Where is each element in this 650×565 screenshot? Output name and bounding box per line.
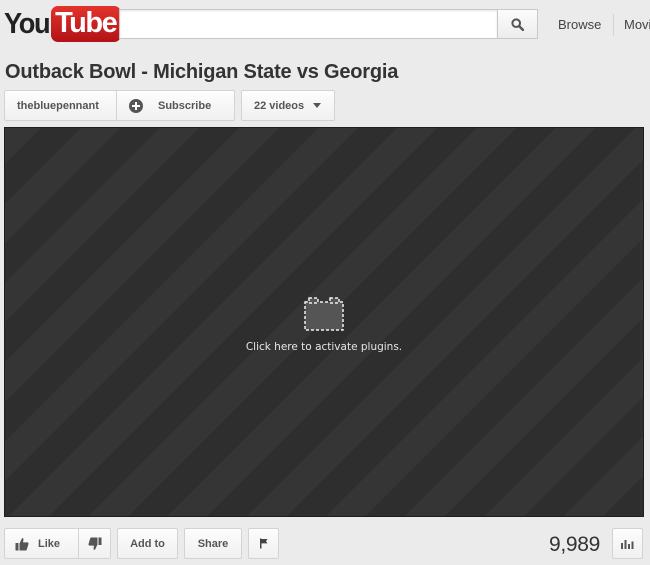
caret-down-icon (313, 103, 322, 108)
nav-divider (613, 14, 614, 36)
stats-bar-chart-icon (621, 539, 634, 549)
flag-icon (259, 538, 267, 549)
nav-browse-link[interactable]: Browse (558, 17, 601, 32)
add-to-button[interactable]: Add to (117, 528, 178, 559)
video-player-plugin-placeholder[interactable]: Click here to activate plugins. (4, 127, 644, 517)
masthead: You Tube Browse Movi (0, 0, 650, 50)
plugin-icon (304, 297, 344, 331)
logo-you-text: You (4, 8, 51, 40)
subscribe-button[interactable]: Subscribe (117, 91, 234, 120)
like-label: Like (38, 537, 61, 550)
stats-button[interactable] (612, 528, 643, 559)
like-button[interactable]: Like (5, 529, 79, 558)
nav-movies-link[interactable]: Movi (624, 17, 650, 32)
thumbs-down-icon (87, 537, 101, 550)
share-button[interactable]: Share (184, 528, 242, 559)
search-icon (511, 17, 524, 31)
plus-circle-icon (129, 98, 143, 113)
subscribe-label: Subscribe (158, 99, 212, 112)
channel-name-button[interactable]: thebluepennant (5, 91, 117, 120)
search-button[interactable] (498, 9, 538, 39)
plugin-activation-message: Click here to activate plugins. (245, 341, 403, 353)
video-title: Outback Bowl - Michigan State vs Georgia (5, 61, 399, 83)
flag-button[interactable] (248, 528, 279, 559)
add-to-label: Add to (130, 537, 165, 550)
channel-subscribe-group: thebluepennant Subscribe (4, 90, 235, 121)
view-count: 9,989 (549, 533, 601, 556)
share-label: Share (197, 537, 229, 550)
logo-tube-text: Tube (51, 6, 122, 42)
youtube-logo[interactable]: You Tube (4, 6, 122, 42)
like-dislike-group: Like (4, 528, 111, 559)
dislike-button[interactable] (79, 529, 110, 558)
search-input[interactable] (119, 9, 498, 39)
channel-videos-dropdown[interactable]: 22 videos (241, 90, 335, 121)
thumbs-up-icon (15, 537, 29, 550)
channel-name-label: thebluepennant (17, 99, 99, 112)
videos-count-label: 22 videos (254, 99, 305, 112)
